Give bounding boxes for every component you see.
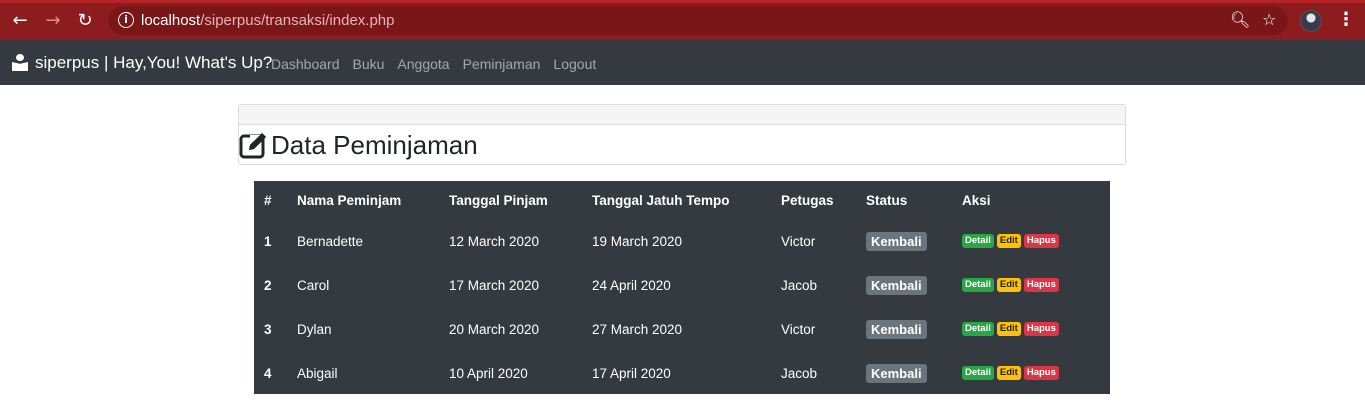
cell-tempo: 19 March 2020	[592, 233, 683, 249]
col-header-no: #	[264, 192, 272, 208]
cell-no: 1	[264, 233, 272, 249]
cell-nama: Abigail	[297, 365, 338, 381]
app-navbar: siperpus | Hay,You! What's Up? Dashboard…	[0, 40, 1365, 85]
zoom-icon[interactable]: 🔍︎	[1230, 10, 1250, 30]
url-host: localhost	[141, 12, 201, 29]
page-title-text: Data Peminjaman	[271, 129, 478, 160]
forward-arrow-icon[interactable]: →	[42, 10, 64, 32]
browser-menu-icon[interactable]: ⋮	[1337, 9, 1355, 31]
book-reader-icon	[12, 54, 30, 72]
cell-no: 3	[264, 321, 272, 337]
cell-petugas: Jacob	[781, 365, 818, 381]
col-header-aksi: Aksi	[962, 192, 991, 208]
cell-petugas: Jacob	[781, 277, 818, 293]
row-actions: Detail Edit Hapus	[962, 321, 1110, 337]
site-info-icon[interactable]: i	[118, 12, 134, 28]
detail-button[interactable]: Detail	[962, 233, 994, 249]
nav-link-buku[interactable]: Buku	[353, 56, 385, 72]
col-header-nama: Nama Peminjam	[297, 192, 402, 208]
hapus-button[interactable]: Hapus	[1023, 233, 1059, 249]
back-arrow-icon[interactable]: ←	[9, 10, 31, 32]
tab-strip-edge	[0, 0, 1365, 3]
nav-link-peminjaman[interactable]: Peminjaman	[463, 56, 541, 72]
nav-link-logout[interactable]: Logout	[553, 56, 596, 72]
row-actions: Detail Edit Hapus	[962, 233, 1110, 249]
table-row: 2 Carol 17 March 2020 24 April 2020 Jaco…	[254, 263, 1110, 307]
detail-button[interactable]: Detail	[962, 365, 994, 381]
url-path: /siperpus/transaksi/index.php	[200, 12, 395, 29]
nav-link-anggota[interactable]: Anggota	[397, 56, 449, 72]
table-row: 3 Dylan 20 March 2020 27 March 2020 Vict…	[254, 307, 1110, 351]
col-header-status: Status	[866, 192, 908, 208]
cell-tempo: 24 April 2020	[592, 277, 671, 293]
cell-pinjam: 10 April 2020	[449, 365, 528, 381]
row-actions: Detail Edit Hapus	[962, 365, 1110, 381]
bookmark-star-icon[interactable]: ☆	[1262, 10, 1276, 30]
detail-button[interactable]: Detail	[962, 321, 994, 337]
row-actions: Detail Edit Hapus	[962, 277, 1110, 293]
reload-icon[interactable]: ↻	[74, 10, 96, 32]
brand-text: siperpus | Hay,You! What's Up?	[35, 53, 273, 72]
status-badge: Kembali	[866, 231, 927, 251]
profile-avatar[interactable]	[1300, 10, 1322, 32]
url-text[interactable]: localhost/siperpus/transaksi/index.php	[141, 12, 394, 29]
edit-button[interactable]: Edit	[996, 277, 1021, 293]
col-header-petugas: Petugas	[781, 192, 834, 208]
cell-no: 4	[264, 365, 272, 381]
col-header-jatuh-tempo: Tanggal Jatuh Tempo	[592, 192, 730, 208]
table-row: 4 Abigail 10 April 2020 17 April 2020 Ja…	[254, 351, 1110, 395]
nav-link-dashboard[interactable]: Dashboard	[271, 56, 340, 72]
col-header-tanggal-pinjam: Tanggal Pinjam	[449, 192, 548, 208]
cell-petugas: Victor	[781, 321, 816, 337]
cell-pinjam: 12 March 2020	[449, 233, 540, 249]
address-bar[interactable]: i localhost/siperpus/transaksi/index.php	[108, 6, 1288, 35]
table-row: 1 Bernadette 12 March 2020 19 March 2020…	[254, 219, 1110, 263]
hapus-button[interactable]: Hapus	[1023, 321, 1059, 337]
status-badge: Kembali	[866, 363, 927, 383]
brand[interactable]: siperpus | Hay,You! What's Up?	[12, 52, 272, 74]
title-card: Data Peminjaman	[238, 104, 1126, 165]
page-title: Data Peminjaman	[239, 127, 478, 163]
browser-toolbar: ← → ↻ i localhost/siperpus/transaksi/ind…	[0, 0, 1365, 40]
status-badge: Kembali	[866, 275, 927, 295]
status-badge: Kembali	[866, 319, 927, 339]
nav-menu: Dashboard Buku Anggota Peminjaman Logout	[271, 56, 609, 72]
cell-tempo: 17 April 2020	[592, 365, 671, 381]
edit-button[interactable]: Edit	[996, 321, 1021, 337]
hapus-button[interactable]: Hapus	[1023, 365, 1059, 381]
edit-button[interactable]: Edit	[996, 233, 1021, 249]
cell-nama: Bernadette	[297, 233, 364, 249]
hapus-button[interactable]: Hapus	[1023, 277, 1059, 293]
table-header-row: # Nama Peminjam Tanggal Pinjam Tanggal J…	[254, 181, 1110, 219]
peminjaman-table: # Nama Peminjam Tanggal Pinjam Tanggal J…	[254, 181, 1110, 394]
detail-button[interactable]: Detail	[962, 277, 994, 293]
cell-pinjam: 20 March 2020	[449, 321, 540, 337]
cell-nama: Dylan	[297, 321, 332, 337]
cell-no: 2	[264, 277, 272, 293]
cell-petugas: Victor	[781, 233, 816, 249]
edit-icon	[239, 133, 266, 159]
cell-pinjam: 17 March 2020	[449, 277, 540, 293]
card-header	[239, 105, 1125, 125]
cell-tempo: 27 March 2020	[592, 321, 683, 337]
edit-button[interactable]: Edit	[996, 365, 1021, 381]
cell-nama: Carol	[297, 277, 330, 293]
